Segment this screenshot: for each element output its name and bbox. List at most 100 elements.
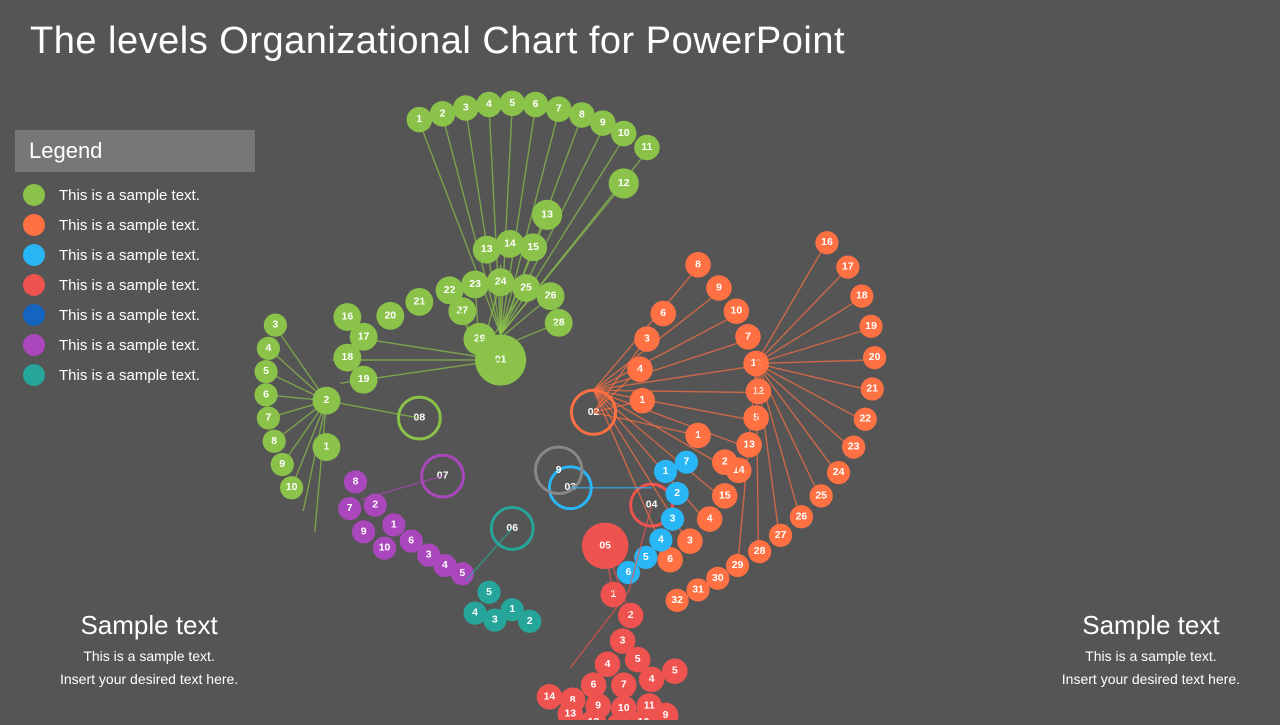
svg-text:27: 27 [775, 530, 787, 541]
svg-text:11: 11 [641, 142, 652, 153]
svg-text:8: 8 [353, 476, 359, 487]
legend-label: This is a sample text. [59, 217, 200, 234]
svg-text:10: 10 [618, 128, 630, 139]
svg-text:8: 8 [579, 109, 585, 120]
svg-text:2: 2 [722, 457, 728, 468]
svg-text:1: 1 [663, 466, 669, 477]
svg-text:5: 5 [672, 666, 678, 677]
bottom-left-caption: Sample text This is a sample text. Inser… [60, 610, 238, 690]
svg-text:19: 19 [358, 374, 370, 385]
svg-text:28: 28 [754, 546, 766, 557]
svg-text:2: 2 [527, 616, 533, 627]
svg-text:20: 20 [385, 310, 397, 321]
svg-text:2: 2 [324, 395, 330, 406]
svg-text:3: 3 [463, 103, 469, 114]
svg-text:13: 13 [565, 709, 577, 720]
legend-item: This is a sample text. [15, 214, 255, 236]
svg-text:12: 12 [618, 178, 630, 189]
svg-text:1: 1 [416, 114, 422, 125]
svg-text:04: 04 [646, 500, 658, 511]
svg-text:9: 9 [279, 459, 285, 470]
svg-text:8: 8 [695, 259, 701, 270]
svg-text:30: 30 [712, 573, 724, 584]
svg-text:4: 4 [442, 560, 448, 571]
legend-dot [23, 334, 45, 356]
svg-text:4: 4 [486, 99, 492, 110]
svg-text:1: 1 [509, 604, 515, 615]
legend-item: This is a sample text. [15, 334, 255, 356]
svg-text:6: 6 [625, 567, 631, 578]
svg-text:9: 9 [361, 526, 367, 537]
svg-text:26: 26 [796, 511, 808, 522]
svg-text:10: 10 [286, 482, 298, 493]
svg-text:6: 6 [533, 99, 539, 110]
legend-label: This is a sample text. [59, 367, 200, 384]
svg-text:20: 20 [869, 352, 881, 363]
svg-text:08: 08 [414, 413, 426, 424]
svg-text:9: 9 [556, 465, 562, 476]
legend-dot [23, 244, 45, 266]
svg-text:5: 5 [486, 587, 492, 598]
svg-text:9: 9 [716, 283, 722, 294]
svg-text:21: 21 [866, 384, 878, 395]
svg-text:5: 5 [459, 568, 465, 579]
svg-text:3: 3 [272, 320, 278, 331]
svg-text:6: 6 [591, 680, 597, 691]
svg-text:5: 5 [643, 552, 649, 563]
svg-text:23: 23 [848, 442, 860, 453]
page-title: The levels Organizational Chart for Powe… [30, 20, 845, 63]
legend-item: This is a sample text. [15, 274, 255, 296]
svg-text:4: 4 [472, 608, 478, 619]
svg-text:19: 19 [865, 321, 877, 332]
svg-text:1: 1 [610, 589, 616, 600]
legend-label: This is a sample text. [59, 187, 200, 204]
svg-text:16: 16 [821, 237, 833, 248]
svg-text:7: 7 [265, 413, 271, 424]
svg-text:6: 6 [660, 308, 666, 319]
svg-text:18: 18 [342, 352, 354, 363]
legend-dot [23, 364, 45, 386]
legend-dot [23, 214, 45, 236]
svg-text:3: 3 [492, 615, 498, 626]
svg-text:7: 7 [684, 457, 690, 468]
svg-text:28: 28 [553, 317, 565, 328]
svg-text:25: 25 [520, 283, 532, 294]
legend-panel: Legend This is a sample text. This is a … [15, 130, 255, 394]
svg-text:5: 5 [635, 654, 641, 665]
svg-text:15: 15 [527, 242, 539, 253]
svg-text:14: 14 [544, 691, 556, 702]
legend-label: This is a sample text. [59, 307, 200, 324]
svg-text:13: 13 [481, 244, 493, 255]
bottom-right-caption: Sample text This is a sample text. Inser… [1062, 610, 1240, 690]
svg-text:10: 10 [379, 543, 391, 554]
svg-text:16: 16 [342, 312, 354, 323]
svg-text:2: 2 [440, 108, 446, 119]
legend-label: This is a sample text. [59, 277, 200, 294]
svg-text:4: 4 [265, 343, 271, 354]
svg-text:6: 6 [667, 554, 673, 565]
svg-text:3: 3 [670, 514, 676, 525]
svg-text:10: 10 [731, 306, 743, 317]
svg-text:1: 1 [324, 442, 330, 453]
svg-text:4: 4 [658, 535, 664, 546]
legend-item: This is a sample text. [15, 244, 255, 266]
svg-text:5: 5 [263, 366, 269, 377]
svg-text:7: 7 [347, 503, 353, 514]
svg-text:7: 7 [556, 104, 562, 115]
svg-text:1: 1 [391, 519, 397, 530]
svg-text:9: 9 [600, 118, 606, 129]
svg-text:2: 2 [674, 488, 680, 499]
legend-item: This is a sample text. [15, 184, 255, 206]
svg-text:3: 3 [426, 550, 432, 561]
svg-text:8: 8 [271, 436, 277, 447]
svg-text:15: 15 [719, 490, 731, 501]
svg-text:17: 17 [842, 262, 854, 273]
svg-text:14: 14 [504, 238, 516, 249]
svg-text:7: 7 [745, 331, 751, 342]
legend-item: This is a sample text. [15, 304, 255, 326]
svg-text:32: 32 [671, 595, 683, 606]
svg-text:6: 6 [408, 536, 414, 547]
svg-text:7: 7 [621, 680, 627, 691]
svg-text:4: 4 [707, 514, 713, 525]
svg-text:3: 3 [687, 536, 693, 547]
